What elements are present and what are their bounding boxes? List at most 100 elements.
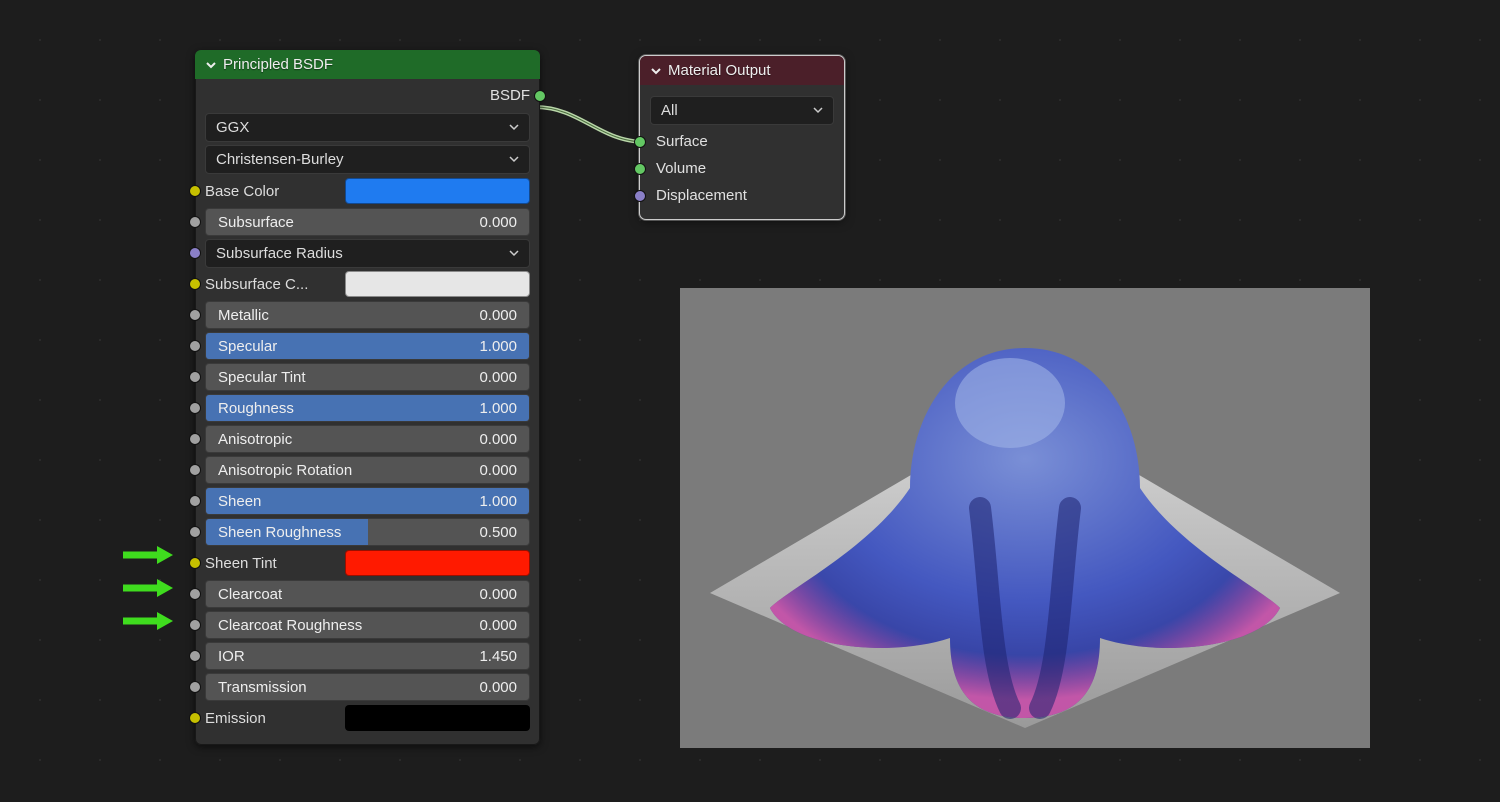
sheen-tint-label: Sheen Tint	[205, 555, 345, 572]
output-target-dropdown[interactable]: All	[650, 96, 834, 125]
base-color-socket[interactable]	[189, 185, 201, 197]
anisotropic-rotation-socket[interactable]	[189, 464, 201, 476]
transmission-row: Transmission 0.000	[205, 673, 530, 701]
base-color-swatch[interactable]	[345, 178, 530, 204]
principled-bsdf-node[interactable]: Principled BSDF BSDF GGX Christensen-Bur…	[195, 50, 540, 745]
anisotropic-rotation-slider[interactable]: Anisotropic Rotation 0.000	[205, 456, 530, 484]
output-node-header[interactable]: Material Output	[640, 56, 844, 85]
clearcoat-roughness-label: Clearcoat Roughness	[218, 617, 362, 634]
anisotropic-socket[interactable]	[189, 433, 201, 445]
sheen-roughness-value: 0.500	[479, 524, 517, 541]
sheen-roughness-label: Sheen Roughness	[218, 524, 341, 541]
emission-label: Emission	[205, 710, 345, 727]
subsurface-socket[interactable]	[189, 216, 201, 228]
displacement-socket[interactable]	[634, 190, 646, 202]
sheen-row: Sheen 1.000	[205, 487, 530, 515]
subsurface-label: Subsurface	[218, 214, 294, 231]
sheen-roughness-row: Sheen Roughness 0.500	[205, 518, 530, 546]
metallic-row: Metallic 0.000	[205, 301, 530, 329]
ior-row: IOR 1.450	[205, 642, 530, 670]
roughness-socket[interactable]	[189, 402, 201, 414]
clearcoat-slider[interactable]: Clearcoat 0.000	[205, 580, 530, 608]
node-link-bsdf-to-surface	[530, 98, 650, 158]
volume-socket[interactable]	[634, 163, 646, 175]
specular-tint-socket[interactable]	[189, 371, 201, 383]
output-target-label: All	[661, 102, 678, 119]
volume-input-row: Volume	[650, 155, 834, 182]
sheen-roughness-socket[interactable]	[189, 526, 201, 538]
ior-socket[interactable]	[189, 650, 201, 662]
specular-slider[interactable]: Specular 1.000	[205, 332, 530, 360]
anisotropic-slider[interactable]: Anisotropic 0.000	[205, 425, 530, 453]
bsdf-node-header[interactable]: Principled BSDF	[195, 50, 540, 79]
transmission-socket[interactable]	[189, 681, 201, 693]
sheen-roughness-slider[interactable]: Sheen Roughness 0.500	[205, 518, 530, 546]
subsurface-slider[interactable]: Subsurface 0.000	[205, 208, 530, 236]
clearcoat-roughness-slider[interactable]: Clearcoat Roughness 0.000	[205, 611, 530, 639]
clearcoat-roughness-row: Clearcoat Roughness 0.000	[205, 611, 530, 639]
subsurface-value: 0.000	[479, 214, 517, 231]
subsurface-radius-socket[interactable]	[189, 247, 201, 259]
specular-tint-slider[interactable]: Specular Tint 0.000	[205, 363, 530, 391]
material-output-node[interactable]: Material Output All Surface Volume Displ…	[640, 56, 844, 219]
subsurface-method-dropdown-label: Christensen-Burley	[216, 151, 344, 168]
roughness-label: Roughness	[218, 400, 294, 417]
volume-label: Volume	[650, 160, 706, 177]
render-preview	[680, 288, 1370, 748]
metallic-label: Metallic	[218, 307, 269, 324]
distribution-dropdown[interactable]: GGX	[205, 113, 530, 142]
sheen-tint-socket[interactable]	[189, 557, 201, 569]
transmission-slider[interactable]: Transmission 0.000	[205, 673, 530, 701]
sheen-tint-swatch[interactable]	[345, 550, 530, 576]
ior-label: IOR	[218, 648, 245, 665]
chevron-down-icon	[509, 119, 519, 136]
anisotropic-label: Anisotropic	[218, 431, 292, 448]
subsurface-row: Subsurface 0.000	[205, 208, 530, 236]
transmission-value: 0.000	[479, 679, 517, 696]
specular-value: 1.000	[479, 338, 517, 355]
subsurface-method-dropdown[interactable]: Christensen-Burley	[205, 145, 530, 174]
subsurface-radius-label: Subsurface Radius	[216, 245, 343, 262]
emission-row: Emission	[205, 704, 530, 732]
bsdf-output-socket[interactable]	[534, 90, 546, 102]
annotation-arrow-sheen	[123, 546, 173, 564]
sheen-tint-row: Sheen Tint	[205, 549, 530, 577]
sheen-label: Sheen	[218, 493, 261, 510]
annotation-arrow-sheen-tint	[123, 612, 173, 630]
output-node-title: Material Output	[668, 62, 771, 79]
specular-tint-row: Specular Tint 0.000	[205, 363, 530, 391]
ior-slider[interactable]: IOR 1.450	[205, 642, 530, 670]
metallic-socket[interactable]	[189, 309, 201, 321]
roughness-value: 1.000	[479, 400, 517, 417]
surface-socket[interactable]	[634, 136, 646, 148]
displacement-input-row: Displacement	[650, 182, 834, 209]
surface-label: Surface	[650, 133, 708, 150]
chevron-down-icon	[813, 102, 823, 119]
sheen-slider[interactable]: Sheen 1.000	[205, 487, 530, 515]
chevron-down-icon	[509, 245, 519, 262]
transmission-label: Transmission	[218, 679, 307, 696]
clearcoat-socket[interactable]	[189, 588, 201, 600]
subsurface-color-socket[interactable]	[189, 278, 201, 290]
chevron-down-icon	[205, 59, 217, 71]
subsurface-color-swatch[interactable]	[345, 271, 530, 297]
bsdf-output-socket-row: BSDF	[205, 83, 530, 110]
metallic-value: 0.000	[479, 307, 517, 324]
clearcoat-roughness-socket[interactable]	[189, 619, 201, 631]
subsurface-radius-dropdown[interactable]: Subsurface Radius	[205, 239, 530, 268]
base-color-label: Base Color	[205, 183, 345, 200]
anisotropic-rotation-row: Anisotropic Rotation 0.000	[205, 456, 530, 484]
metallic-slider[interactable]: Metallic 0.000	[205, 301, 530, 329]
sheen-value: 1.000	[479, 493, 517, 510]
ior-value: 1.450	[479, 648, 517, 665]
emission-socket[interactable]	[189, 712, 201, 724]
roughness-slider[interactable]: Roughness 1.000	[205, 394, 530, 422]
annotation-arrow-sheen-roughness	[123, 579, 173, 597]
anisotropic-rotation-label: Anisotropic Rotation	[218, 462, 352, 479]
emission-swatch[interactable]	[345, 705, 530, 731]
displacement-label: Displacement	[650, 187, 747, 204]
sheen-socket[interactable]	[189, 495, 201, 507]
specular-socket[interactable]	[189, 340, 201, 352]
subsurface-color-row: Subsurface C...	[205, 270, 530, 298]
anisotropic-row: Anisotropic 0.000	[205, 425, 530, 453]
